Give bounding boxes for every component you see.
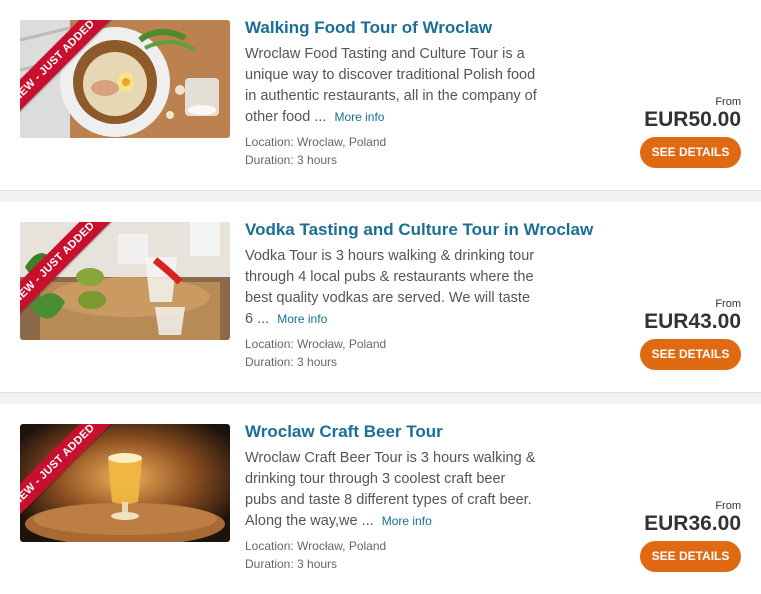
see-details-button[interactable]: SEE DETAILS [640,137,741,168]
tour-list: NEW - JUST ADDED Walking Food Tour of Wr… [0,0,761,594]
tour-card: NEW - JUST ADDED Vodka Tasting and Cultu… [0,202,761,392]
tour-duration: Duration: 3 hours [245,355,338,369]
tour-location: Location: Wrocław, Poland [245,337,387,351]
tour-image-food[interactable]: NEW - JUST ADDED [20,20,230,138]
tour-location: Location: Wroclaw, Poland [245,135,387,149]
card-divider [0,190,761,202]
more-info-link[interactable]: More info [382,514,432,528]
price-from-label: From [715,500,741,512]
price-from-label: From [715,298,741,310]
tour-price: EUR43.00 [644,310,741,333]
tour-location: Location: Wrocław, Poland [245,539,387,553]
more-info-link[interactable]: More info [334,110,384,124]
see-details-button[interactable]: SEE DETAILS [640,541,741,572]
tour-description: Vodka Tour is 3 hours walking & drinking… [245,246,540,330]
tour-duration: Duration: 3 hours [245,557,338,571]
tour-price: EUR36.00 [644,512,741,535]
price-from-label: From [715,96,741,108]
tour-title[interactable]: Walking Food Tour of Wroclaw [245,18,492,38]
tour-title[interactable]: Vodka Tasting and Culture Tour in Wrocla… [245,220,593,240]
tour-description-text: Wroclaw Food Tasting and Culture Tour is… [245,46,537,125]
tour-image-beer[interactable]: NEW - JUST ADDED [20,424,230,542]
tour-description: Wroclaw Craft Beer Tour is 3 hours walki… [245,448,540,532]
tour-price: EUR50.00 [644,108,741,131]
tour-card: NEW - JUST ADDED Wroclaw Craft Beer Tour… [0,404,761,594]
card-divider [0,392,761,404]
tour-card: NEW - JUST ADDED Walking Food Tour of Wr… [0,0,761,190]
see-details-button[interactable]: SEE DETAILS [640,339,741,370]
tour-description: Wroclaw Food Tasting and Culture Tour is… [245,44,540,128]
tour-image-vodka[interactable]: NEW - JUST ADDED [20,222,230,340]
more-info-link[interactable]: More info [277,312,327,326]
tour-duration: Duration: 3 hours [245,153,338,167]
tour-title[interactable]: Wroclaw Craft Beer Tour [245,422,443,442]
